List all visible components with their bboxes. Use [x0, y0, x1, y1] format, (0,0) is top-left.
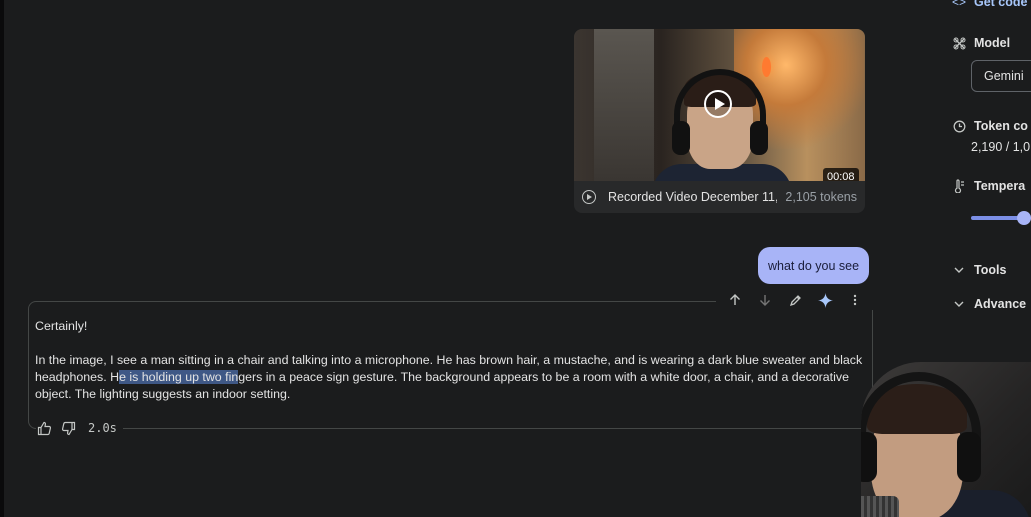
tools-section-toggle[interactable]: Tools — [952, 263, 1006, 277]
get-code-button[interactable]: <> Get code — [952, 0, 1028, 9]
model-section-header: Model — [952, 36, 1010, 50]
chevron-down-icon — [952, 297, 966, 311]
temperature-header: Tempera — [952, 179, 1025, 193]
sparkle-icon[interactable] — [810, 290, 840, 310]
response-action-bar — [716, 290, 874, 310]
token-count-label: Token co — [974, 119, 1028, 133]
response-feedback-bar: 2.0s — [36, 420, 123, 436]
model-select-value: Gemini — [984, 69, 1024, 83]
thermometer-icon — [952, 179, 966, 193]
chevron-down-icon — [952, 263, 966, 277]
temperature-slider-handle[interactable] — [1017, 211, 1031, 225]
temperature-label: Tempera — [974, 179, 1026, 193]
video-meta-row: Recorded Video December 11, ... 2,105 to… — [574, 181, 865, 213]
webcam-overlay — [861, 362, 1031, 517]
webcam-headphone-left — [861, 432, 877, 482]
advanced-settings-label: Advance — [974, 297, 1027, 311]
video-duration: 00:08 — [823, 168, 859, 181]
user-message-bubble: what do you see — [758, 247, 870, 284]
webcam-headphone-right — [957, 432, 981, 482]
video-thumbnail[interactable]: 00:08 — [574, 29, 865, 181]
token-counter-icon — [952, 119, 966, 133]
arrow-up-icon[interactable] — [720, 290, 750, 310]
arrow-down-icon[interactable] — [750, 290, 780, 310]
play-icon[interactable] — [704, 90, 732, 118]
response-body: In the image, I see a man sitting in a c… — [35, 352, 865, 403]
thumbs-up-icon[interactable] — [36, 420, 52, 436]
advanced-settings-toggle[interactable]: Advance — [952, 297, 1026, 311]
token-count-value: 2,190 / 1,0 — [971, 140, 1031, 154]
thumbnail-door — [594, 29, 654, 181]
video-duration-badge: 00:08 — [823, 168, 859, 181]
edit-pencil-icon[interactable] — [780, 290, 810, 310]
video-token-count: 2,105 tokens — [785, 190, 857, 204]
model-icon — [952, 36, 966, 50]
code-brackets-icon: <> — [952, 0, 967, 9]
response-latency: 2.0s — [88, 421, 117, 435]
thumbnail-headphone-right — [750, 121, 768, 155]
video-file-name: Recorded Video December 11, ... — [608, 190, 778, 204]
model-label: Model — [974, 36, 1011, 50]
response-text: Certainly! In the image, I see a man sit… — [35, 318, 865, 420]
webcam-microphone — [861, 496, 899, 517]
tools-label: Tools — [974, 263, 1007, 277]
more-options-icon[interactable] — [840, 290, 870, 310]
thumbnail-headphone-left — [672, 121, 690, 155]
model-select[interactable]: Gemini — [971, 60, 1031, 92]
thumbnail-candle — [762, 57, 771, 77]
selected-text-highlight: e is holding up two fin — [119, 370, 239, 384]
token-count-header: Token co — [952, 119, 1028, 133]
get-code-label: Get code — [974, 0, 1028, 9]
video-attachment-card[interactable]: 00:08 Recorded Video December 11, ... 2,… — [574, 29, 865, 213]
thumbs-down-icon[interactable] — [60, 420, 76, 436]
user-message-text: what do you see — [768, 258, 860, 273]
play-circle-icon — [582, 190, 596, 204]
response-intro: Certainly! — [35, 319, 88, 333]
